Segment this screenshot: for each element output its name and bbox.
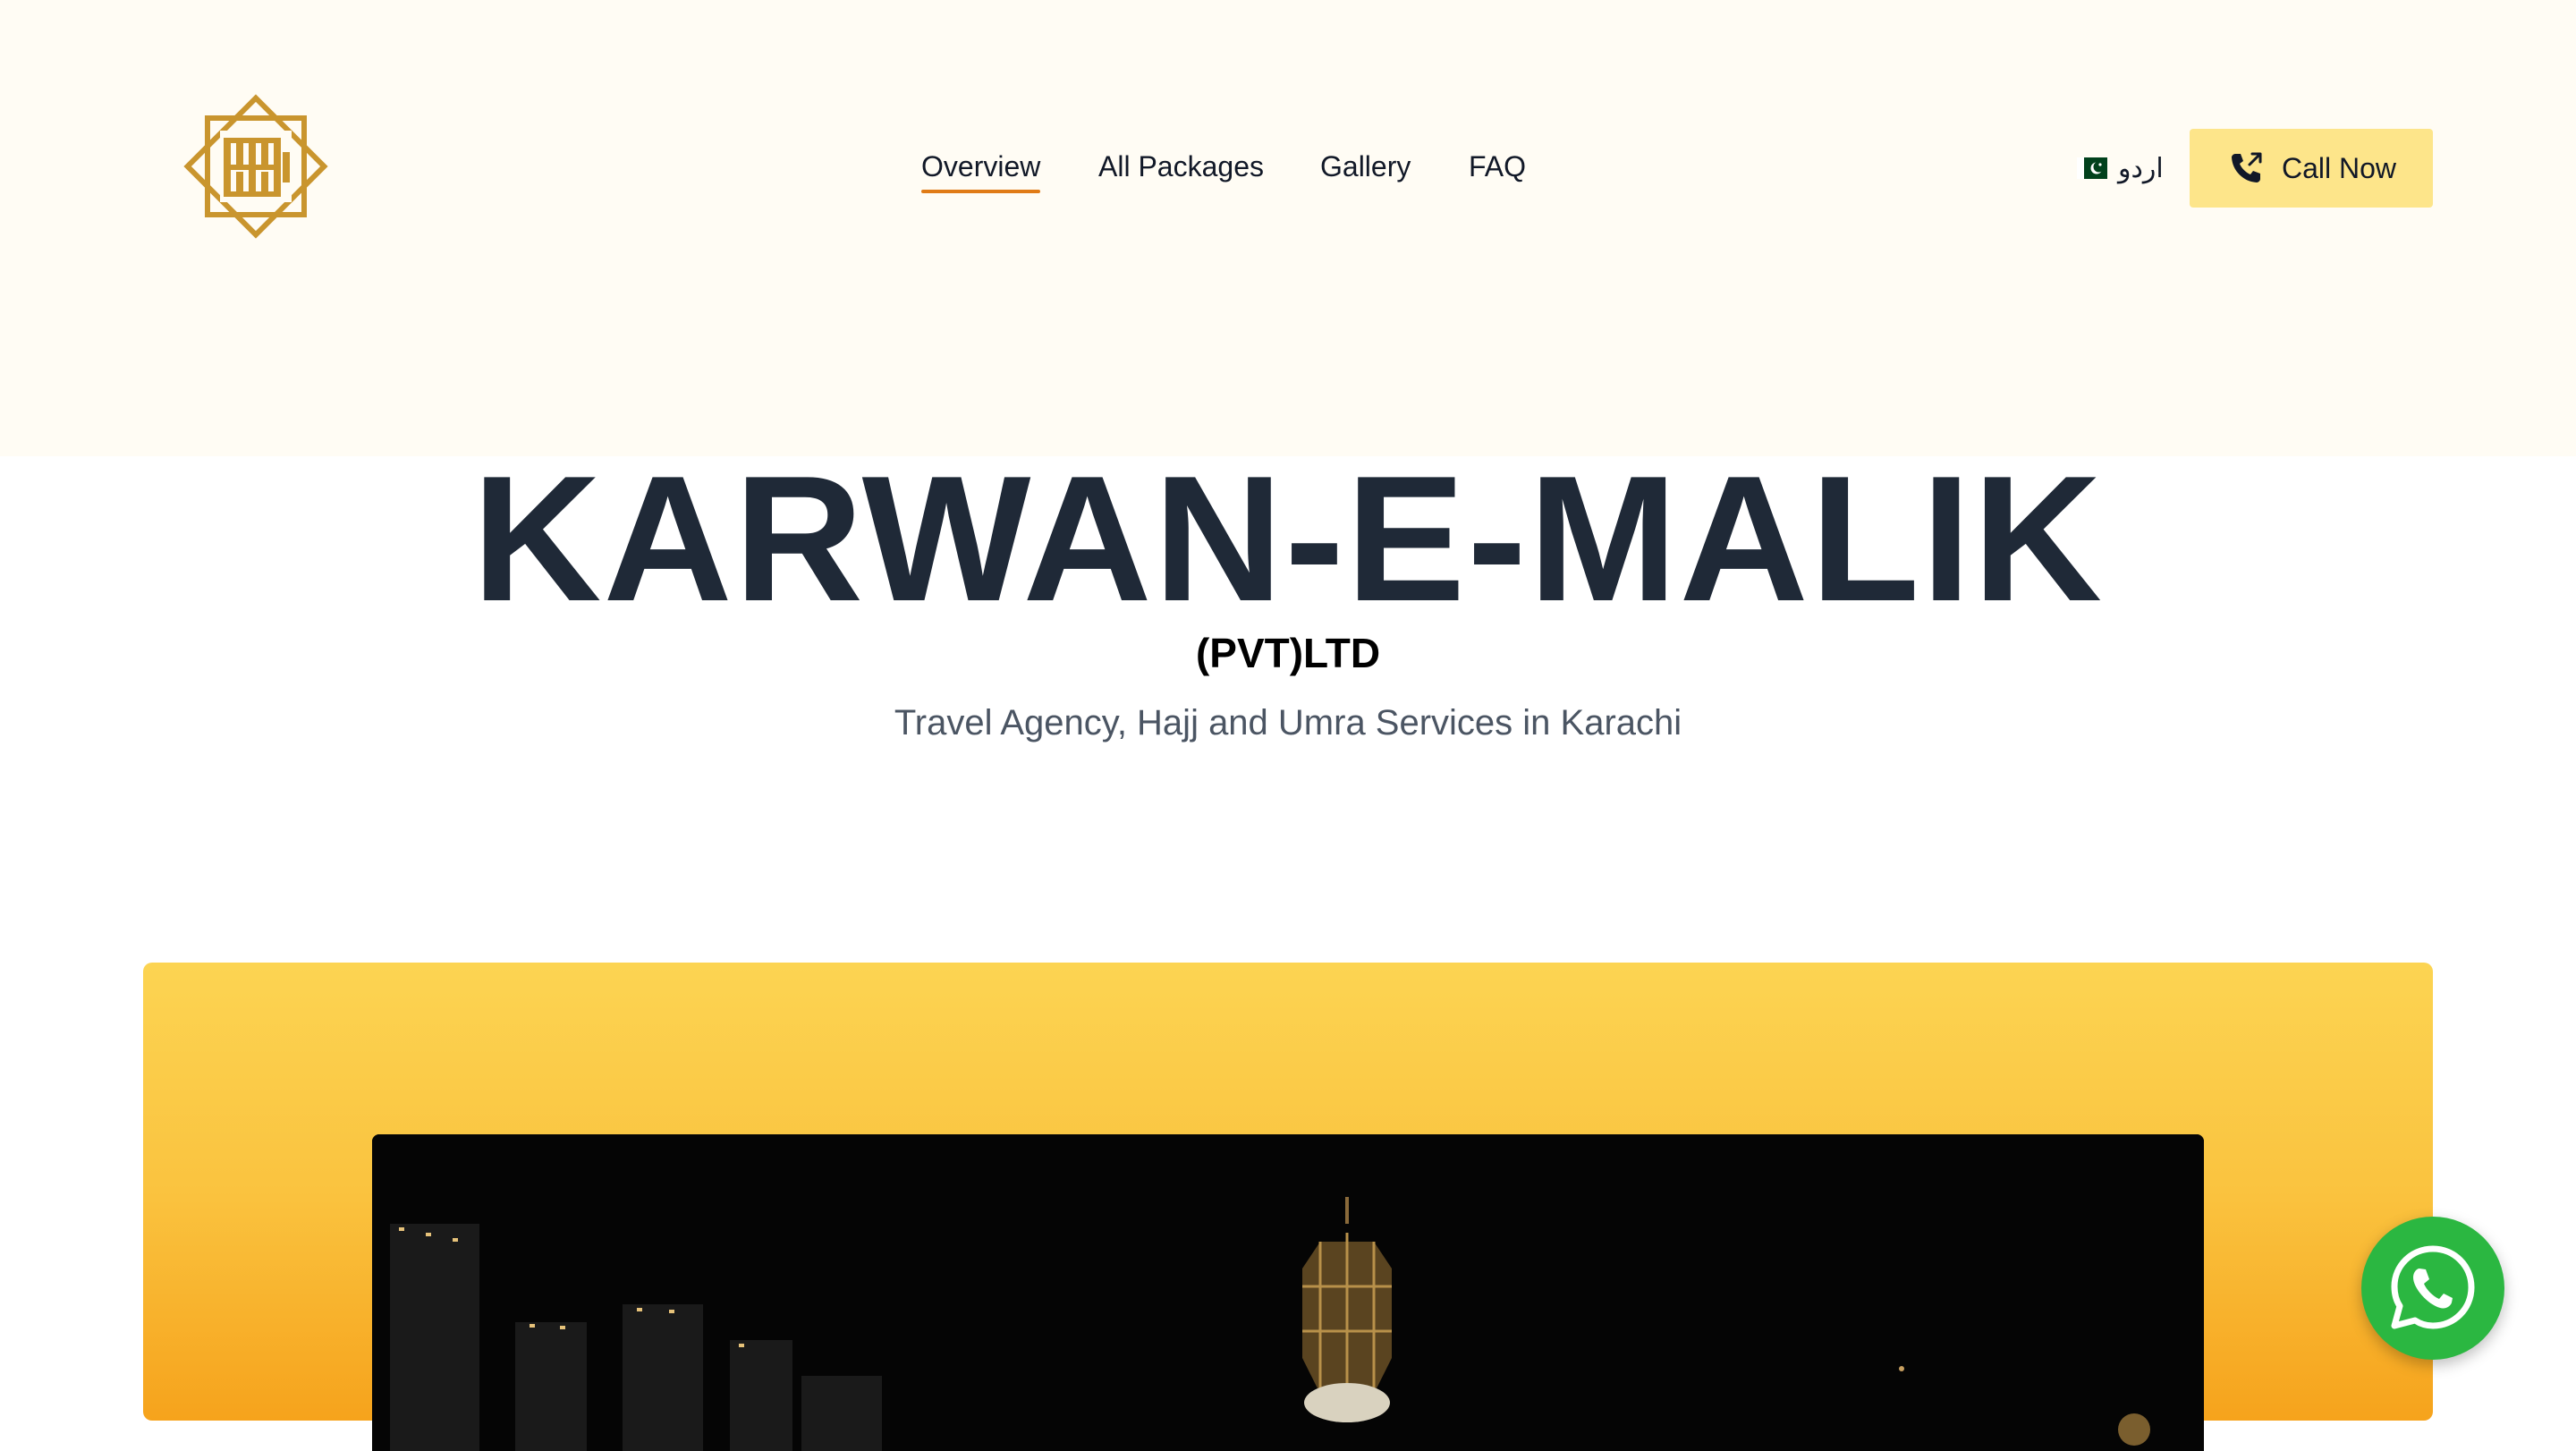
language-switcher[interactable]: اردو — [2077, 150, 2164, 186]
hero-tagline: Travel Agency, Hajj and Umra Services in… — [894, 703, 1682, 742]
site-header: Overview All Packages Gallery FAQ اردو C… — [0, 0, 2576, 456]
hero-subtitle: (PVT)LTD — [1195, 630, 1381, 676]
clock-tower-night-image — [372, 1134, 2204, 1451]
call-now-label: Call Now — [2281, 151, 2397, 184]
page: Overview All Packages Gallery FAQ اردو C… — [0, 0, 2576, 1451]
nav-gallery[interactable]: Gallery — [1320, 145, 1411, 188]
nav-all-packages[interactable]: All Packages — [1098, 145, 1264, 188]
logo[interactable] — [175, 86, 336, 247]
language-label: اردو — [2118, 153, 2164, 183]
hero-photo — [372, 1134, 2204, 1451]
hero-title: KARWAN-E-MALIK — [471, 439, 2105, 639]
whatsapp-button[interactable] — [2361, 1217, 2504, 1360]
call-now-button[interactable]: Call Now — [2190, 129, 2433, 208]
nav-overview[interactable]: Overview — [921, 145, 1041, 193]
karwan-e-malik-logo-icon — [183, 94, 328, 239]
pakistan-flag-icon — [2077, 157, 2107, 179]
whatsapp-icon — [2391, 1245, 2475, 1329]
phone-outgoing-icon — [2231, 152, 2262, 182]
nav-faq[interactable]: FAQ — [1469, 145, 1526, 188]
